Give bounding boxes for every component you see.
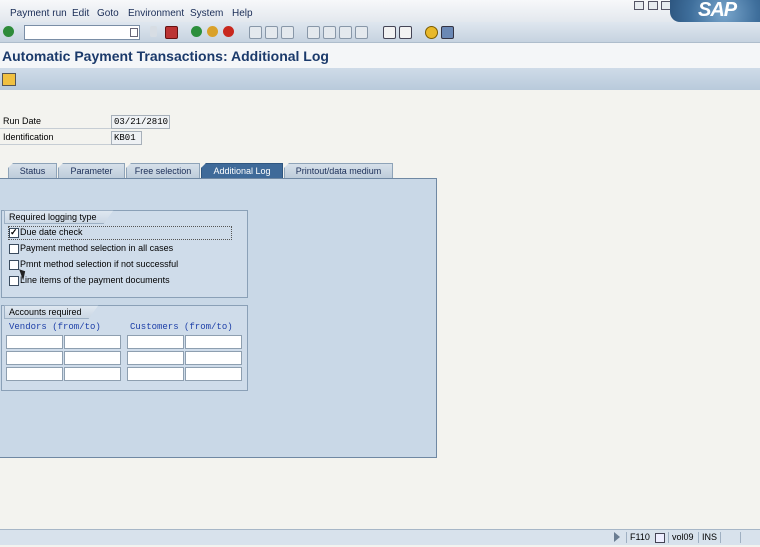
last-page-icon[interactable] (355, 26, 368, 39)
window-controls (634, 1, 672, 12)
application-toolbar (0, 68, 760, 90)
minimize-icon[interactable] (634, 1, 644, 10)
customers-header: Customers (from/to) (130, 322, 233, 332)
tab-printout-data-medium[interactable]: Printout/data medium (284, 163, 393, 179)
identification-label: Identification (3, 132, 54, 142)
status-cell (740, 532, 760, 543)
print-icon[interactable] (249, 26, 262, 39)
shortcut-icon[interactable] (399, 26, 412, 39)
status-expand-icon[interactable] (614, 532, 620, 542)
help-icon[interactable] (425, 26, 438, 39)
menu-payment-run[interactable]: Payment run (10, 8, 67, 19)
vendor-to-2[interactable] (64, 351, 121, 365)
run-date-field[interactable]: 03/21/2810 (111, 115, 170, 129)
customer-to-3[interactable] (185, 367, 242, 381)
transaction-code: F110 (626, 532, 650, 543)
prev-page-icon[interactable] (323, 26, 336, 39)
menu-help[interactable]: Help (232, 8, 253, 19)
layout-icon[interactable] (441, 26, 454, 39)
logging-type-title: Required logging type (4, 210, 114, 224)
payment-method-all-checkbox[interactable] (9, 244, 19, 254)
identification-underline (0, 144, 111, 145)
menu-environment[interactable]: Environment (128, 8, 184, 19)
line-items-checkbox[interactable] (9, 276, 19, 286)
vendor-from-2[interactable] (6, 351, 63, 365)
page-title: Automatic Payment Transactions: Addition… (2, 48, 329, 64)
customer-to-2[interactable] (185, 351, 242, 365)
sap-logo: SAP (670, 0, 760, 22)
customer-to-1[interactable] (185, 335, 242, 349)
tab-additional-log[interactable]: Additional Log (201, 163, 283, 179)
dropdown-icon[interactable] (130, 28, 138, 37)
save-icon[interactable] (165, 26, 178, 39)
customer-from-1[interactable] (127, 335, 184, 349)
title-bar: Automatic Payment Transactions: Addition… (0, 43, 760, 68)
insert-mode[interactable]: INS (698, 532, 717, 543)
dropdown-icon[interactable] (655, 533, 665, 543)
cancel-icon[interactable] (223, 26, 234, 37)
check-mark-icon: ✓ (10, 227, 18, 237)
vendor-from-1[interactable] (6, 335, 63, 349)
menu-goto[interactable]: Goto (97, 8, 119, 19)
tab-status[interactable]: Status (8, 163, 57, 179)
status-cell (720, 532, 740, 543)
run-date-label: Run Date (3, 116, 42, 126)
pmnt-method-not-successful-checkbox[interactable] (9, 260, 19, 270)
log-icon[interactable] (2, 73, 16, 86)
menu-system[interactable]: System (190, 8, 223, 19)
status-bar: F110 vol09 INS (0, 529, 760, 545)
identification-field[interactable]: KB01 (111, 131, 142, 145)
new-session-icon[interactable] (383, 26, 396, 39)
menu-edit[interactable]: Edit (72, 8, 89, 19)
exit-icon[interactable] (207, 26, 218, 37)
back-icon[interactable] (191, 26, 202, 37)
maximize-icon[interactable] (647, 1, 658, 10)
command-field[interactable] (24, 25, 140, 40)
tab-parameter[interactable]: Parameter (58, 163, 125, 179)
customer-from-2[interactable] (127, 351, 184, 365)
server-name: vol09 (668, 532, 694, 543)
vendor-to-1[interactable] (64, 335, 121, 349)
customer-from-3[interactable] (127, 367, 184, 381)
tab-free-selection[interactable]: Free selection (126, 163, 200, 179)
vendor-from-3[interactable] (6, 367, 63, 381)
menu-bar: Payment run Edit Goto Environment System… (0, 0, 760, 23)
first-page-icon[interactable] (307, 26, 320, 39)
run-date-underline (0, 128, 111, 129)
standard-toolbar (0, 22, 760, 43)
next-page-icon[interactable] (339, 26, 352, 39)
vendor-to-3[interactable] (64, 367, 121, 381)
separator-icon (150, 26, 157, 37)
find-icon[interactable] (265, 26, 278, 39)
vendors-header: Vendors (from/to) (9, 322, 101, 332)
find-next-icon[interactable] (281, 26, 294, 39)
check-icon[interactable] (3, 26, 14, 37)
accounts-required-title: Accounts required (4, 305, 99, 319)
